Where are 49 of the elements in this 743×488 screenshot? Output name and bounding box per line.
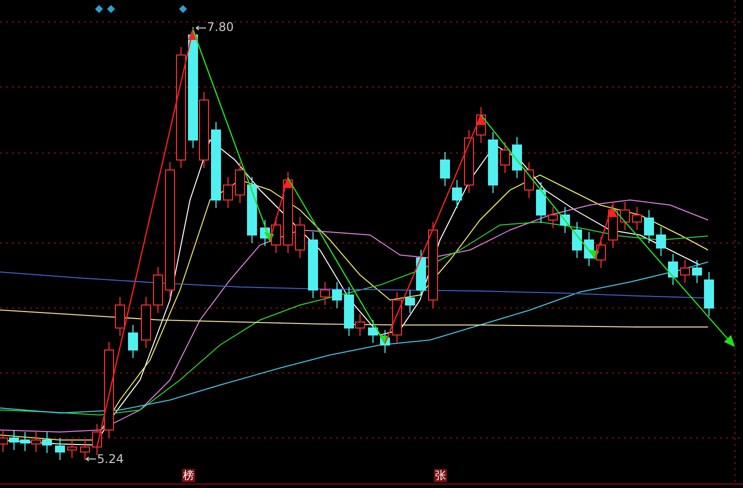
diamond-icon (179, 5, 187, 13)
candlestick (620, 202, 630, 230)
candlestick (536, 182, 546, 224)
candlestick (500, 142, 510, 174)
candlestick (548, 206, 558, 228)
candlestick (295, 216, 305, 258)
candlestick (704, 272, 714, 316)
candlestick (572, 222, 582, 258)
candlestick (92, 424, 102, 456)
candlestick (128, 324, 138, 358)
candlestick (20, 432, 30, 452)
candlestick (452, 180, 462, 208)
candlestick (656, 226, 666, 256)
candlestick (692, 260, 702, 284)
high-price-label: 7.80 (207, 20, 234, 34)
candlestick (488, 132, 498, 194)
high-pointer-icon (196, 25, 206, 31)
low-pointer-icon (86, 456, 96, 462)
candlestick (115, 296, 125, 336)
candlestick (512, 136, 522, 178)
candlestick (80, 438, 90, 460)
candlestick (67, 438, 77, 458)
candlestick (464, 130, 474, 194)
signal-marker: 榜 (182, 469, 195, 482)
candlestick (668, 254, 678, 286)
candlestick (524, 162, 534, 198)
candlestick (644, 210, 654, 244)
candlestick (632, 206, 642, 230)
candlestick (680, 260, 690, 284)
candlestick (560, 206, 570, 234)
candlestick (332, 282, 342, 308)
candlestick (320, 282, 330, 306)
candlestick (247, 176, 257, 244)
candlestick (9, 430, 19, 450)
candlestick (153, 266, 163, 314)
candlestick (42, 432, 52, 454)
candlestick (368, 320, 378, 344)
candlestick (55, 438, 65, 460)
candlestick (141, 296, 151, 348)
signal-marker: 张 (434, 469, 447, 482)
candlestick (271, 216, 281, 254)
candlestick (440, 152, 450, 186)
candlestick (392, 292, 402, 344)
low-price-label: 5.24 (97, 452, 124, 466)
candlestick (308, 232, 318, 298)
candlestick (235, 162, 245, 204)
candlestick (31, 432, 41, 452)
candlestick (596, 236, 606, 268)
candlestick (223, 176, 233, 208)
